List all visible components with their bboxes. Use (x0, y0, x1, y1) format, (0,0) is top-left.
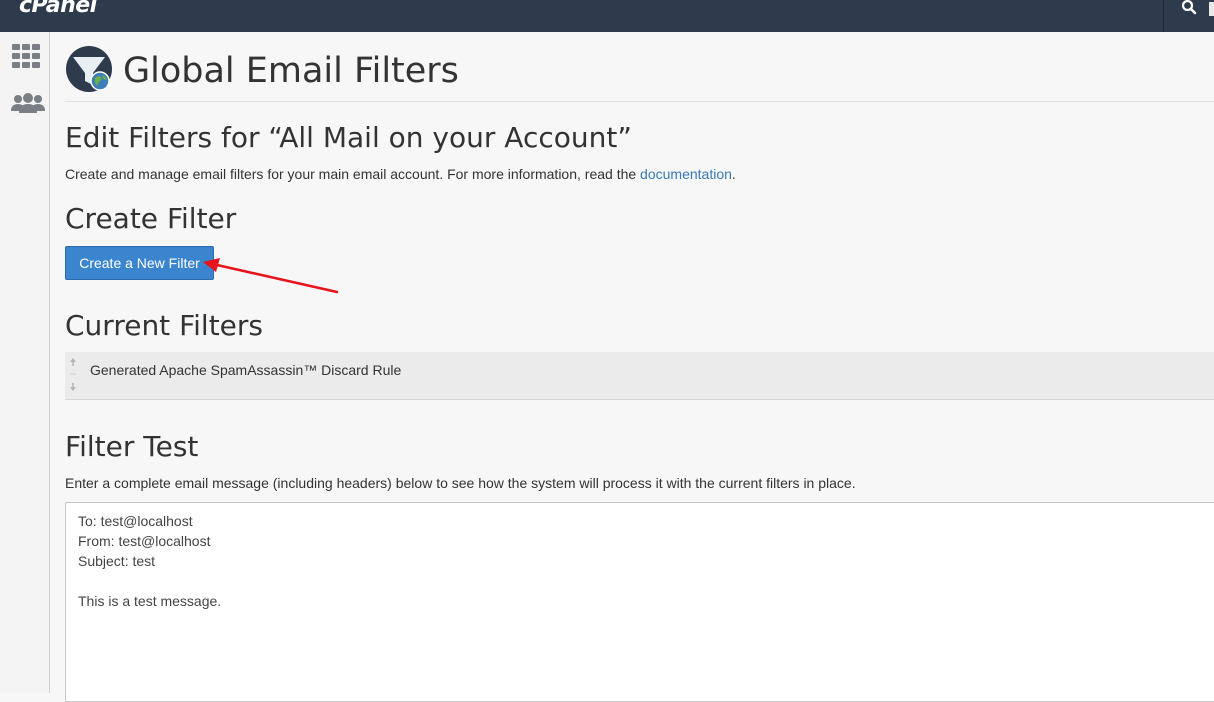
sidebar (0, 32, 50, 693)
sidebar-item-tools[interactable] (10, 42, 42, 75)
filter-test-description: Enter a complete email message (includin… (65, 475, 856, 491)
drag-handle-icon[interactable] (69, 357, 77, 393)
create-new-filter-button[interactable]: Create a New Filter (65, 246, 214, 280)
create-filter-heading: Create Filter (65, 202, 237, 235)
filter-name[interactable]: Generated Apache SpamAssassin™ Discard R… (90, 362, 401, 378)
search-icon (1181, 0, 1197, 15)
edit-filters-heading: Edit Filters for “All Mail on your Accou… (65, 121, 632, 154)
users-icon (11, 93, 45, 113)
page-title: Global Email Filters (123, 51, 459, 91)
grid-icon (12, 44, 40, 68)
filter-row[interactable]: Generated Apache SpamAssassin™ Discard R… (65, 352, 1214, 400)
sidebar-item-users[interactable] (10, 92, 46, 121)
title-divider (65, 101, 1214, 102)
documentation-link[interactable]: documentation (640, 166, 732, 182)
description-suffix: . (731, 166, 736, 182)
email-filter-icon (65, 45, 113, 98)
description-text: Create and manage email filters for your… (65, 166, 641, 182)
search-button[interactable] (1163, 0, 1214, 32)
current-filters-heading: Current Filters (65, 309, 263, 342)
cpanel-logo[interactable]: cPanel (19, 0, 97, 18)
top-bar: cPanel (0, 0, 1214, 32)
search-input-edge[interactable] (1209, 2, 1214, 16)
annotation-arrow (203, 258, 339, 294)
test-message-textarea[interactable]: To: test@localhost From: test@localhost … (65, 502, 1214, 702)
filter-test-heading: Filter Test (65, 430, 199, 463)
edit-filters-description: Create and manage email filters for your… (65, 166, 736, 182)
